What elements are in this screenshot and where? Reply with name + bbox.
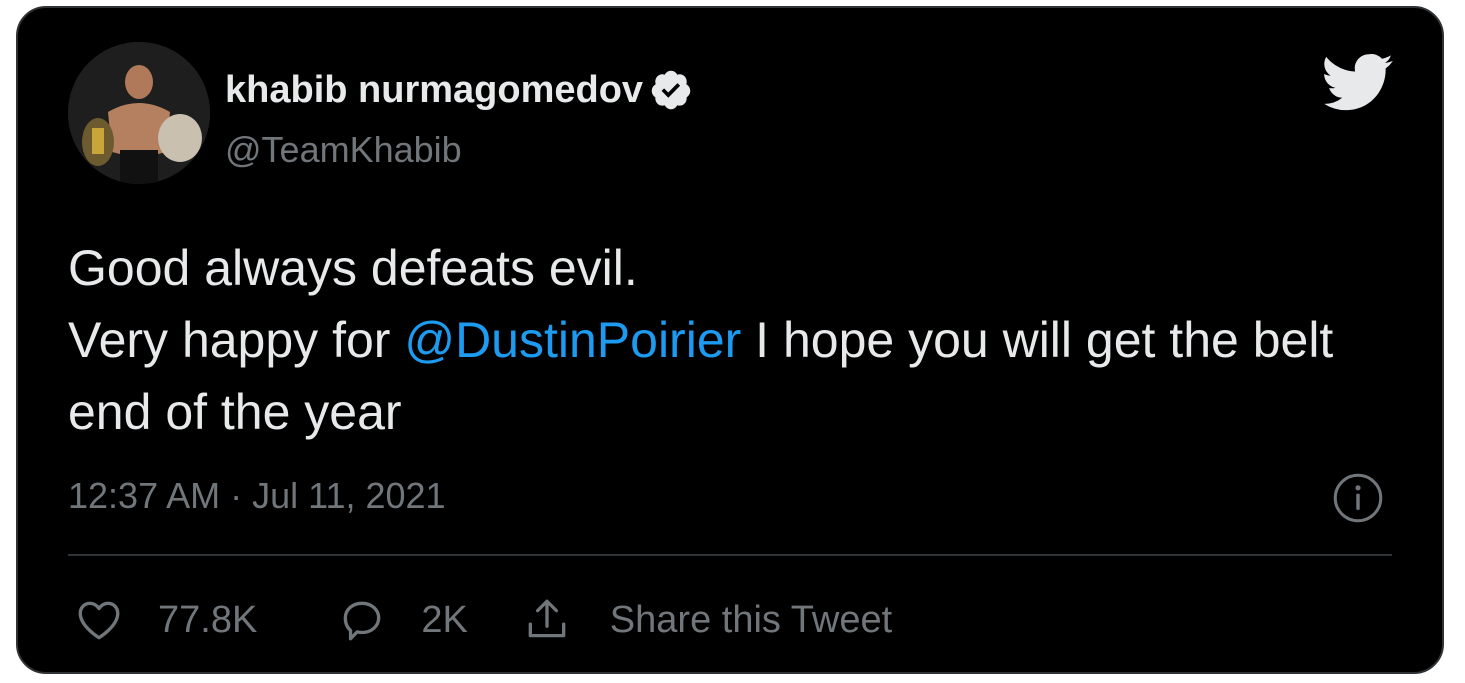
share-button[interactable]: Share this Tweet [522, 595, 892, 645]
avatar-photo-icon [68, 42, 210, 184]
heart-icon [78, 601, 120, 640]
tweet-text-before-mention: Very happy for [68, 312, 405, 368]
avatar[interactable] [68, 42, 210, 184]
author-name-row[interactable]: khabib nurmagomedov [225, 66, 693, 114]
divider [68, 554, 1392, 556]
like-count: 77.8K [158, 598, 258, 641]
reply-bubble-icon [343, 601, 381, 641]
verified-badge-icon [651, 70, 691, 110]
like-button[interactable]: 77.8K [74, 595, 257, 645]
tweet-line-1: Good always defeats evil. [68, 240, 638, 296]
reply-count: 2K [421, 598, 468, 641]
share-upload-icon [528, 599, 566, 638]
user-handle[interactable]: @TeamKhabib [225, 128, 462, 172]
reply-button[interactable]: 2K [337, 595, 468, 645]
display-name[interactable]: khabib nurmagomedov [225, 66, 643, 114]
share-label: Share this Tweet [609, 598, 893, 641]
action-bar: 77.8K 2K Share this Tweet [74, 590, 892, 650]
tweet-card: khabib nurmagomedov @TeamKhabib Good alw… [16, 6, 1444, 674]
tweet-timestamp[interactable]: 12:37 AM · Jul 11, 2021 [68, 474, 446, 518]
info-icon[interactable] [1332, 472, 1384, 524]
mention-link[interactable]: @DustinPoirier [404, 312, 741, 368]
twitter-bird-icon[interactable] [1324, 54, 1394, 112]
tweet-body: Good always defeats evil. Very happy for… [68, 232, 1408, 448]
